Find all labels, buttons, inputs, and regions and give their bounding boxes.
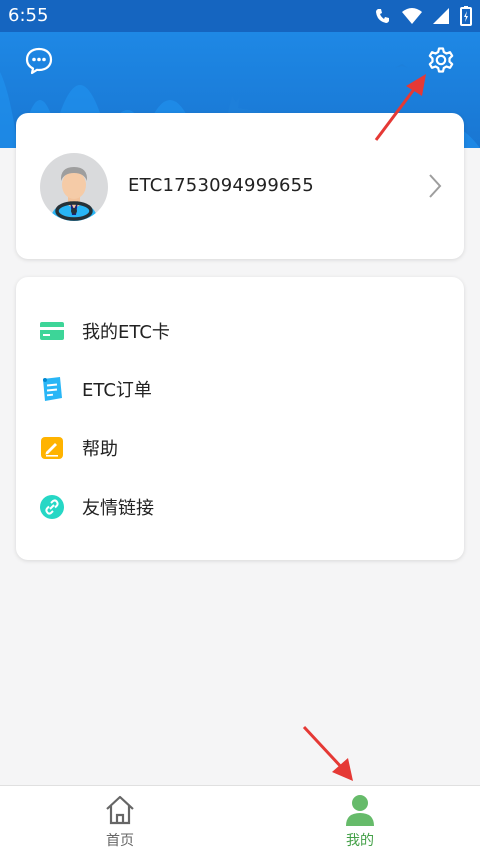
signal-icon [433, 8, 449, 24]
menu-item-friendly-links[interactable]: 友情链接 [40, 487, 154, 527]
status-bar: 6:55 [0, 0, 480, 32]
tab-home[interactable]: 首页 [0, 786, 240, 855]
card-icon [40, 319, 64, 343]
avatar[interactable] [40, 153, 108, 221]
username: ETC1753094999655 [128, 175, 314, 196]
person-icon [346, 795, 374, 826]
status-time: 6:55 [8, 5, 49, 26]
tab-mine[interactable]: 我的 [240, 786, 480, 855]
tab-label: 我的 [346, 833, 374, 849]
bottom-tab-bar: 首页 我的 [0, 785, 480, 855]
driver-avatar-icon [50, 167, 98, 221]
menu-item-label: 我的ETC卡 [82, 322, 170, 343]
home-icon [106, 795, 134, 825]
chevron-right-icon[interactable] [428, 173, 442, 199]
tab-label: 首页 [106, 833, 134, 849]
menu-item-label: ETC订单 [82, 380, 152, 401]
profile-card[interactable]: ETC1753094999655 [16, 113, 464, 259]
order-list-icon [40, 377, 64, 401]
wifi-icon [402, 8, 422, 24]
menu-item-label: 帮助 [82, 439, 118, 460]
menu-item-help[interactable]: 帮助 [40, 428, 118, 468]
menu-item-label: 友情链接 [82, 498, 154, 519]
annotation-arrow-mine [302, 725, 353, 781]
wifi-call-icon [376, 9, 389, 23]
menu-item-etc-orders[interactable]: ETC订单 [40, 369, 152, 409]
settings-button[interactable] [426, 45, 456, 75]
menu-item-my-etc-card[interactable]: 我的ETC卡 [40, 311, 170, 351]
edit-pencil-icon [40, 436, 64, 460]
menu-card: 我的ETC卡 ETC订单 帮助 友情链接 [16, 277, 464, 560]
battery-icon [460, 6, 472, 26]
message-button[interactable] [24, 46, 54, 76]
link-icon [40, 495, 64, 519]
